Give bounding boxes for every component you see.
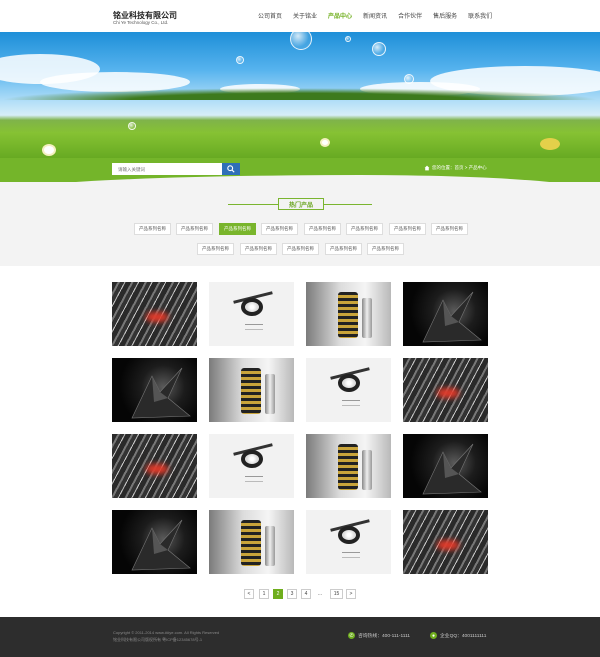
footer-qq-text[interactable]: 企业QQ：4001111111 — [440, 632, 486, 639]
category-tag[interactable]: 产品系列名称 — [261, 223, 298, 235]
category-tag[interactable]: 产品系列名称 — [346, 223, 383, 235]
category-tag[interactable]: 产品系列名称 — [431, 223, 468, 235]
category-tag-selected[interactable]: 产品系列名称 — [219, 223, 256, 235]
product-card-keyboard[interactable] — [112, 282, 197, 346]
category-tag[interactable]: 产品系列名称 — [304, 223, 341, 235]
product-card-eye[interactable] — [209, 282, 294, 346]
product-card-eye[interactable] — [306, 510, 391, 574]
category-tag[interactable]: 产品系列名称 — [367, 243, 404, 255]
category-tag[interactable]: 产品系列名称 — [240, 243, 277, 255]
hero-banner — [0, 32, 600, 158]
product-card-metal[interactable] — [209, 358, 294, 422]
nav-item-service[interactable]: 售后服务 — [433, 11, 457, 20]
product-card-black[interactable] — [403, 434, 488, 498]
product-card-keyboard[interactable] — [403, 358, 488, 422]
site-header: 铭业科技有限公司 Chi Ye Technology Co., Ltd. 公司首… — [0, 0, 600, 32]
nav-item-home[interactable]: 公司首页 — [258, 11, 282, 20]
product-card-black[interactable] — [112, 510, 197, 574]
footer-copyright: Copyright © 2011-2014 www.##ye.com. All … — [113, 630, 220, 635]
product-card-eye[interactable] — [209, 434, 294, 498]
product-card-keyboard[interactable] — [403, 510, 488, 574]
search-input[interactable] — [112, 163, 222, 175]
footer-hotline: ✆ 咨询热线：400-111-1111 — [348, 632, 410, 639]
footer-icp: 铭业科技有限公司版权所有 粤ICP备12345678号-1 — [113, 637, 203, 642]
pagination-next[interactable]: > — [346, 589, 356, 599]
nav-item-contact[interactable]: 联系我们 — [468, 11, 492, 20]
logo-subtitle: Chi Ye Technology Co., Ltd. — [113, 20, 169, 25]
product-card-keyboard[interactable] — [112, 434, 197, 498]
product-card-eye[interactable] — [306, 358, 391, 422]
qq-icon: ● — [430, 632, 437, 639]
home-icon — [424, 165, 430, 171]
category-tag[interactable]: 产品系列名称 — [389, 223, 426, 235]
pagination-page[interactable]: 15 — [330, 589, 343, 599]
pagination-page[interactable]: 4 — [301, 589, 311, 599]
category-tag[interactable]: 产品系列名称 — [176, 223, 213, 235]
breadcrumb-text[interactable]: 您的位置：首页 > 产品中心 — [432, 165, 487, 171]
category-tag[interactable]: 产品系列名称 — [134, 223, 171, 235]
phone-icon: ✆ — [348, 632, 355, 639]
category-tag[interactable]: 产品系列名称 — [197, 243, 234, 255]
category-tag[interactable]: 产品系列名称 — [325, 243, 362, 255]
hot-products-title: 热门产品 — [278, 198, 324, 210]
main-nav: 公司首页 关于铭业 产品中心 新闻资讯 合作伙伴 售后服务 联系我们 — [258, 11, 503, 20]
pagination-prev[interactable]: < — [244, 589, 254, 599]
footer-qq: ● 企业QQ：4001111111 — [430, 632, 486, 639]
product-card-black[interactable] — [403, 282, 488, 346]
search-button[interactable] — [222, 163, 240, 175]
nav-item-about[interactable]: 关于铭业 — [293, 11, 317, 20]
page: 铭业科技有限公司 Chi Ye Technology Co., Ltd. 公司首… — [0, 0, 600, 657]
nav-item-partners[interactable]: 合作伙伴 — [398, 11, 422, 20]
nav-item-products[interactable]: 产品中心 — [328, 11, 352, 20]
pagination-page[interactable]: 1 — [259, 589, 269, 599]
product-card-metal[interactable] — [306, 282, 391, 346]
nav-item-news[interactable]: 新闻资讯 — [363, 11, 387, 20]
product-card-metal[interactable] — [209, 510, 294, 574]
product-card-black[interactable] — [112, 358, 197, 422]
footer-hotline-text: 咨询热线：400-111-1111 — [358, 634, 411, 639]
pagination-ellipsis: ... — [315, 589, 325, 599]
search-icon — [227, 165, 235, 173]
category-tag[interactable]: 产品系列名称 — [282, 243, 319, 255]
pagination-page-current[interactable]: 2 — [273, 589, 283, 599]
product-card-metal[interactable] — [306, 434, 391, 498]
site-footer — [0, 617, 600, 657]
pagination-page[interactable]: 3 — [287, 589, 297, 599]
breadcrumb: 您的位置：首页 > 产品中心 — [424, 165, 487, 171]
